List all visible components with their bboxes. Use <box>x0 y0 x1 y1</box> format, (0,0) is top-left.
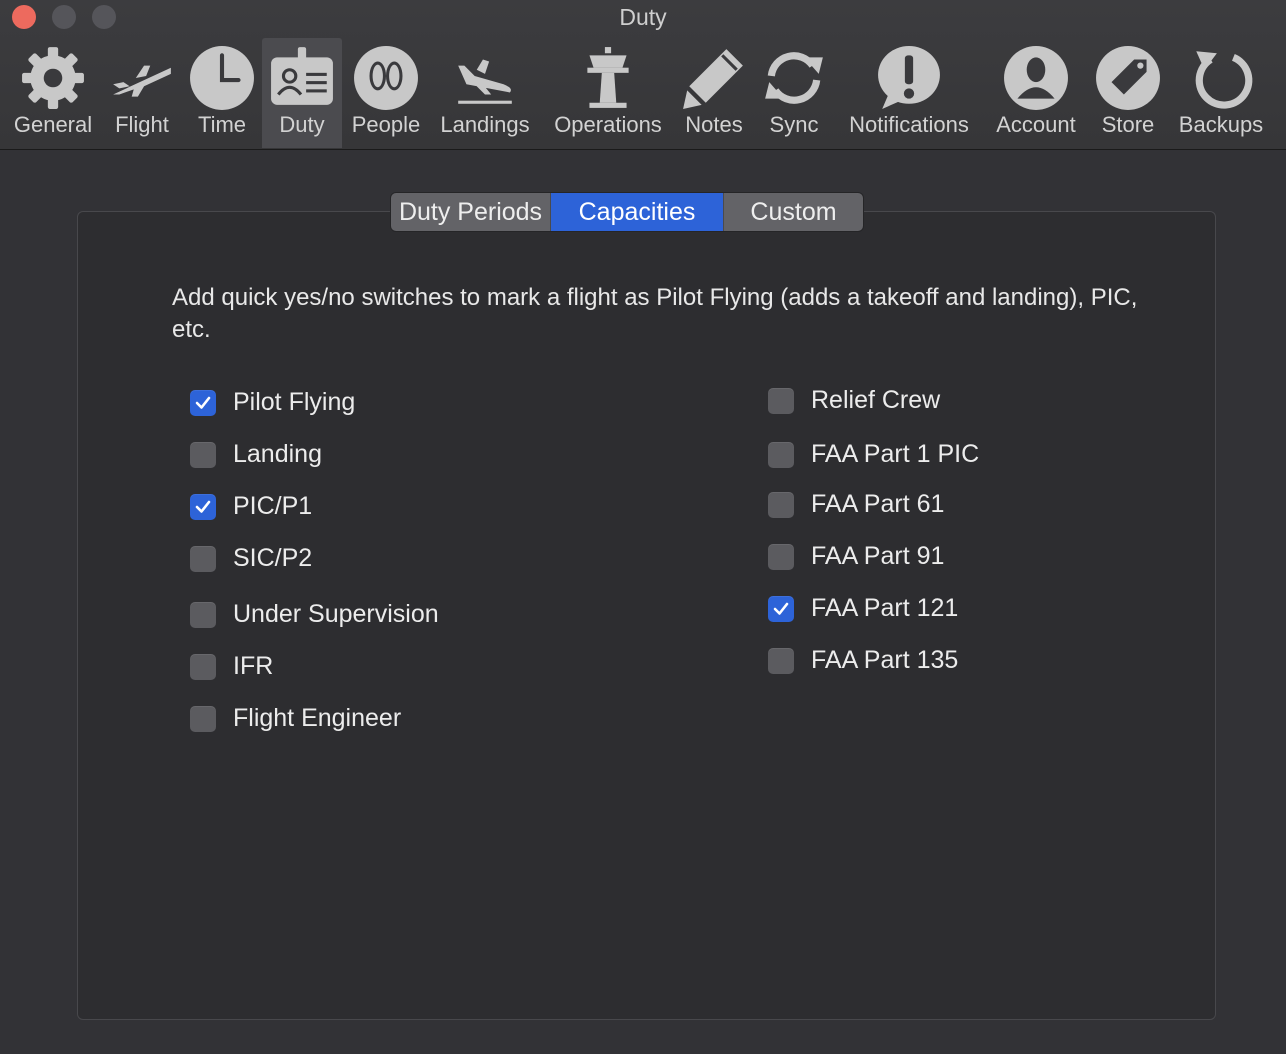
pencil-icon <box>681 42 747 114</box>
capacity-checkbox[interactable]: FAA Part 1 PIC <box>768 440 979 469</box>
checkbox-unchecked[interactable] <box>768 543 794 570</box>
toolbar-label: Notes <box>685 112 743 137</box>
people-icon <box>353 42 419 114</box>
tag-icon <box>1095 42 1161 114</box>
capacities-description: Add quick yes/no switches to mark a flig… <box>172 284 1138 343</box>
tab-capacities[interactable]: Capacities <box>551 193 723 231</box>
checkbox-unchecked[interactable] <box>768 441 794 468</box>
capacity-label: Pilot Flying <box>233 388 356 416</box>
capacity-label: FAA Part 1 PIC <box>811 440 980 468</box>
capacity-label: IFR <box>233 652 274 680</box>
toolbar-label: General <box>13 112 93 137</box>
toolbar-operations-button[interactable]: Operations <box>546 38 670 148</box>
window-title: Duty <box>619 4 667 30</box>
checkmark-icon <box>195 500 211 513</box>
toolbar-label: Duty <box>279 112 325 137</box>
account-icon <box>1003 42 1069 114</box>
capacity-label: Under Supervision <box>233 600 439 628</box>
backup-icon <box>1188 42 1254 114</box>
capacity-checkbox[interactable]: Flight Engineer <box>190 704 401 733</box>
checkbox-unchecked[interactable] <box>768 647 794 674</box>
toolbar-duty-button[interactable]: Duty <box>262 38 342 148</box>
toolbar-store-button[interactable]: Store <box>1092 38 1164 148</box>
toolbar-label: People <box>351 112 421 137</box>
toolbar-people-button[interactable]: People <box>348 38 424 148</box>
checkmark-icon <box>773 602 789 615</box>
toolbar-landings-button[interactable]: Landings <box>434 38 536 148</box>
capacity-checkbox[interactable]: PIC/P1 <box>190 492 312 521</box>
landing-icon <box>452 42 518 114</box>
capacity-checkbox[interactable]: FAA Part 135 <box>768 646 958 675</box>
gear-icon <box>20 42 86 114</box>
toolbar-label: Operations <box>554 112 662 137</box>
airplane-icon <box>109 42 175 114</box>
checkbox-unchecked[interactable] <box>190 601 216 628</box>
sync-icon <box>761 42 827 114</box>
capacity-checkbox[interactable]: Pilot Flying <box>190 388 355 417</box>
toolbar-general-button[interactable]: General <box>8 38 98 148</box>
capacity-checkbox[interactable]: SIC/P2 <box>190 544 312 573</box>
capacity-label: FAA Part 61 <box>811 490 945 518</box>
capacity-checkbox[interactable]: Landing <box>190 440 322 469</box>
capacity-label: FAA Part 91 <box>811 542 945 570</box>
capacity-checkbox[interactable]: FAA Part 121 <box>768 594 958 623</box>
capacity-label: SIC/P2 <box>233 544 313 572</box>
checkbox-checked[interactable] <box>190 389 216 416</box>
capacity-label: Landing <box>233 440 322 468</box>
checkbox-unchecked[interactable] <box>768 387 794 414</box>
checkbox-checked[interactable] <box>768 595 794 622</box>
checkbox-unchecked[interactable] <box>190 705 216 732</box>
checkbox-unchecked[interactable] <box>768 491 794 518</box>
tab-duty-periods[interactable]: Duty Periods <box>391 193 551 231</box>
checkmark-icon <box>195 396 211 409</box>
toolbar-backups-button[interactable]: Backups <box>1172 38 1270 148</box>
capacity-label: Relief Crew <box>811 386 941 414</box>
toolbar-notes-button[interactable]: Notes <box>678 38 750 148</box>
capacity-label: FAA Part 121 <box>811 594 959 622</box>
toolbar-label: Landings <box>440 112 530 137</box>
toolbar-account-button[interactable]: Account <box>990 38 1082 148</box>
capacity-checkbox[interactable]: Relief Crew <box>768 386 940 415</box>
tab-custom[interactable]: Custom <box>723 193 863 231</box>
capacity-label: FAA Part 135 <box>811 646 959 674</box>
toolbar-label: Backups <box>1178 112 1264 137</box>
checkbox-unchecked[interactable] <box>190 441 216 468</box>
toolbar-label: Flight <box>115 112 169 137</box>
toolbar-time-button[interactable]: Time <box>186 38 258 148</box>
toolbar-notifications-button[interactable]: Notifications <box>840 38 978 148</box>
capacity-checkbox[interactable]: IFR <box>190 652 273 681</box>
toolbar-sync-button[interactable]: Sync <box>758 38 830 148</box>
capacity-checkbox[interactable]: Under Supervision <box>190 600 439 629</box>
checkbox-checked[interactable] <box>190 493 216 520</box>
clock-icon <box>189 42 255 114</box>
toolbar-label: Sync <box>769 112 819 137</box>
toolbar-label: Time <box>197 112 247 137</box>
control-tower-icon <box>575 42 641 114</box>
toolbar-flight-button[interactable]: Flight <box>106 38 178 148</box>
toolbar-label: Notifications <box>849 112 969 137</box>
tab-segmented-control: Duty Periods Capacities Custom <box>390 192 864 232</box>
checkbox-unchecked[interactable] <box>190 545 216 572</box>
capacity-checkbox[interactable]: FAA Part 91 <box>768 542 944 571</box>
capacity-label: PIC/P1 <box>233 492 313 520</box>
capacity-checkbox[interactable]: FAA Part 61 <box>768 490 944 519</box>
id-badge-icon <box>269 42 335 114</box>
exclamation-bubble-icon <box>876 42 942 114</box>
toolbar-label: Store <box>1101 112 1155 137</box>
checkbox-unchecked[interactable] <box>190 653 216 680</box>
preferences-toolbar: Duty General Flight Time Duty People Lan… <box>0 0 1286 150</box>
capacity-label: Flight Engineer <box>233 704 402 732</box>
toolbar-label: Account <box>996 112 1076 137</box>
